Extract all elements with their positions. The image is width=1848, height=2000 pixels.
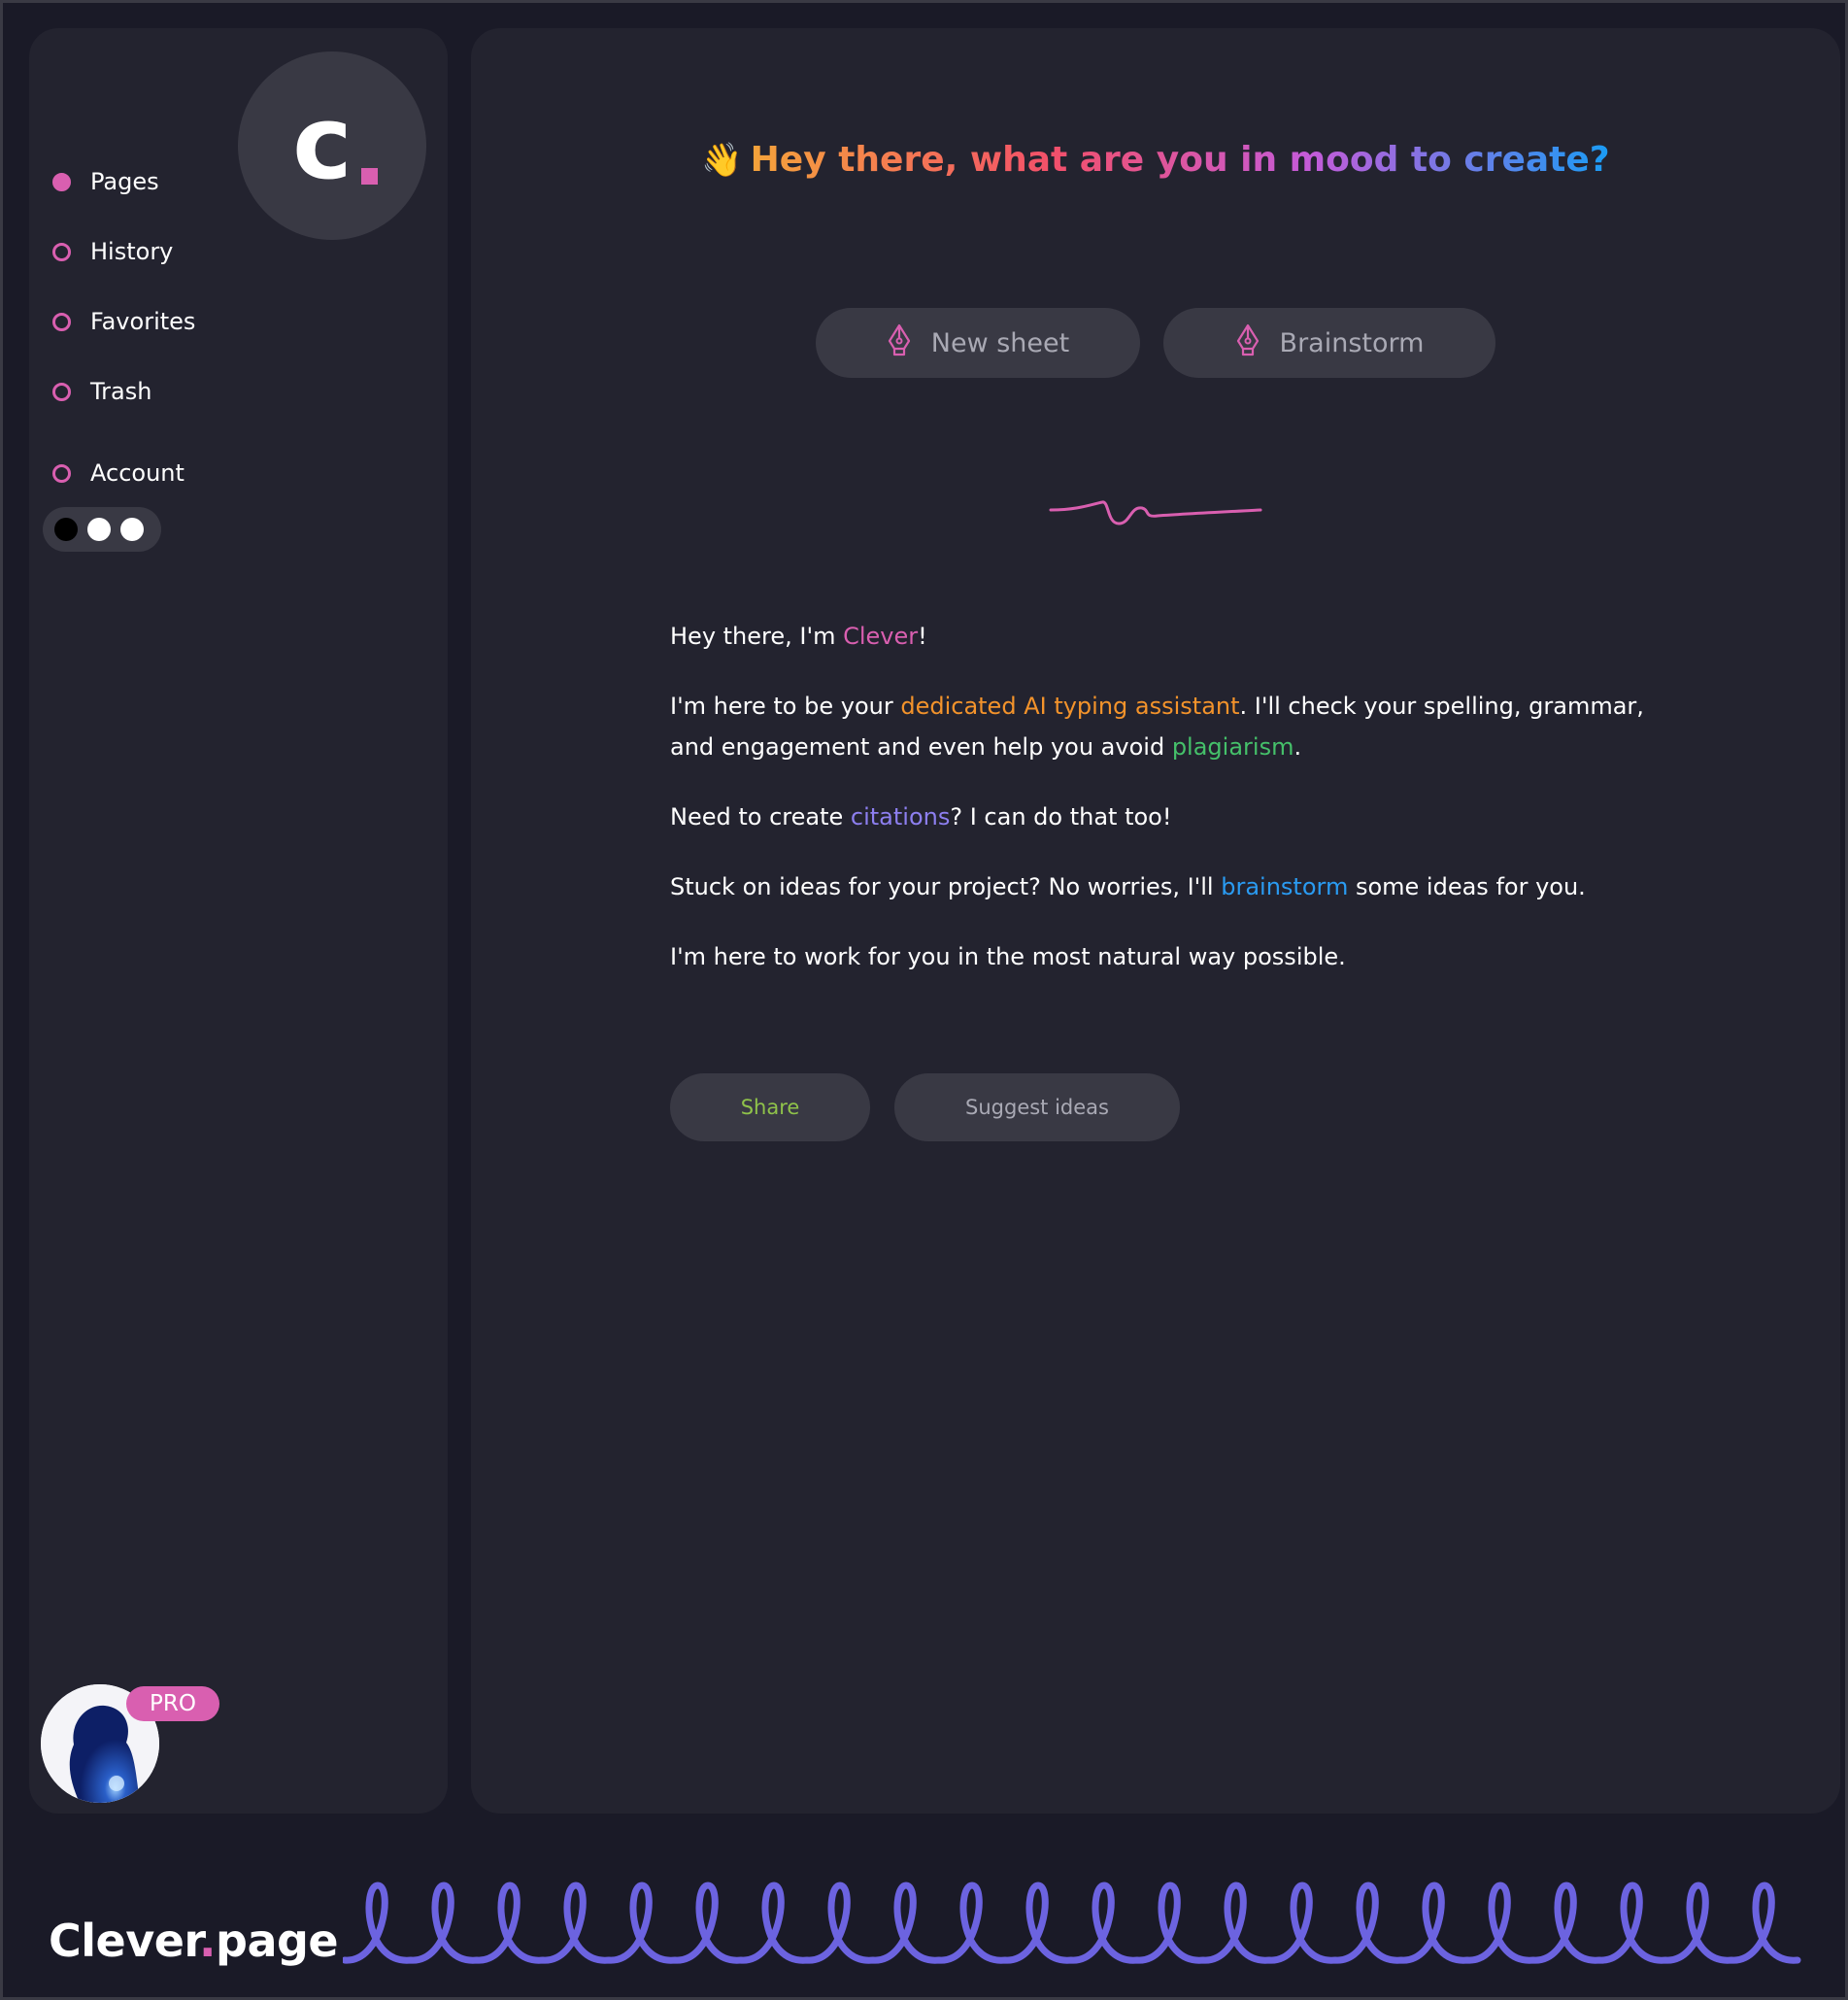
brand-dot: . xyxy=(199,1915,217,1967)
highlight-citations: citations xyxy=(850,803,951,831)
brand-wordmark: Clever.page xyxy=(49,1915,339,1967)
sidebar-item-trash[interactable]: Trash xyxy=(52,378,151,405)
sidebar-item-label: Favorites xyxy=(90,308,196,335)
sidebar: c Pages History Favorites Trash Account xyxy=(29,28,448,1814)
new-sheet-button[interactable]: New sheet xyxy=(816,308,1140,378)
pen-nib-icon xyxy=(1235,323,1260,363)
brand-suffix: page xyxy=(216,1915,339,1967)
message-paragraph: Hey there, I'm Clever! xyxy=(670,616,1670,657)
suggest-ideas-button[interactable]: Suggest ideas xyxy=(894,1073,1180,1141)
sidebar-item-pages[interactable]: Pages xyxy=(52,168,159,195)
highlight-brainstorm: brainstorm xyxy=(1221,873,1349,900)
theme-toggle[interactable] xyxy=(43,507,161,552)
text: some ideas for you. xyxy=(1348,873,1586,900)
logo-letter: c xyxy=(292,84,353,202)
assistant-message: Hey there, I'm Clever! I'm here to be yo… xyxy=(670,616,1670,1006)
sidebar-item-label: Account xyxy=(90,459,185,487)
message-paragraph: Stuck on ideas for your project? No worr… xyxy=(670,866,1670,907)
sidebar-item-label: Trash xyxy=(90,378,152,405)
logo[interactable]: c xyxy=(238,51,426,240)
pro-badge: PRO xyxy=(126,1686,219,1721)
squiggle-divider xyxy=(1049,500,1262,525)
sidebar-item-account[interactable]: Account xyxy=(52,459,185,487)
brand-name: Clever xyxy=(49,1915,200,1967)
text: ! xyxy=(918,623,927,650)
brainstorm-button[interactable]: Brainstorm xyxy=(1163,308,1495,378)
page-title: 👋 Hey there, what are you in mood to crea… xyxy=(471,140,1840,180)
text: I'm here to be your xyxy=(670,693,901,720)
text: Hey there, I'm xyxy=(670,623,844,650)
light-theme-dot[interactable] xyxy=(87,518,111,541)
share-button[interactable]: Share xyxy=(670,1073,870,1141)
message-paragraph: I'm here to work for you in the most nat… xyxy=(670,943,1346,970)
sidebar-item-history[interactable]: History xyxy=(52,238,173,265)
text: . xyxy=(1294,733,1302,761)
message-paragraph: I'm here to be your dedicated AI typing … xyxy=(670,686,1670,767)
dot-icon xyxy=(52,242,71,261)
decorative-scribble xyxy=(343,1881,1801,1964)
text: Need to create xyxy=(670,803,851,831)
text: Stuck on ideas for your project? No worr… xyxy=(670,873,1222,900)
text: ? I can do that too! xyxy=(950,803,1172,831)
heading-text: Hey there, what are you in mood to creat… xyxy=(750,140,1610,180)
sidebar-item-favorites[interactable]: Favorites xyxy=(52,308,195,335)
dark-theme-dot[interactable] xyxy=(54,518,78,541)
dot-icon xyxy=(52,312,71,331)
sidebar-item-label: Pages xyxy=(90,168,159,195)
dot-icon xyxy=(52,463,71,483)
sidebar-item-label: History xyxy=(90,238,174,265)
active-dot-icon xyxy=(52,172,71,191)
dot-icon xyxy=(52,382,71,401)
light-theme-dot[interactable] xyxy=(120,518,144,541)
main-panel: 👋 Hey there, what are you in mood to crea… xyxy=(471,28,1840,1814)
waving-hand-icon: 👋 xyxy=(701,141,743,180)
logo-dot xyxy=(361,168,378,185)
highlight-ai-assistant: dedicated AI typing assistant xyxy=(900,693,1240,720)
message-paragraph: Need to create citations? I can do that … xyxy=(670,797,1670,837)
brainstorm-label: Brainstorm xyxy=(1279,327,1425,358)
pen-nib-icon xyxy=(887,323,912,363)
highlight-plagiarism: plagiarism xyxy=(1171,733,1294,761)
highlight-clever: Clever xyxy=(843,623,919,650)
new-sheet-label: New sheet xyxy=(930,327,1070,358)
